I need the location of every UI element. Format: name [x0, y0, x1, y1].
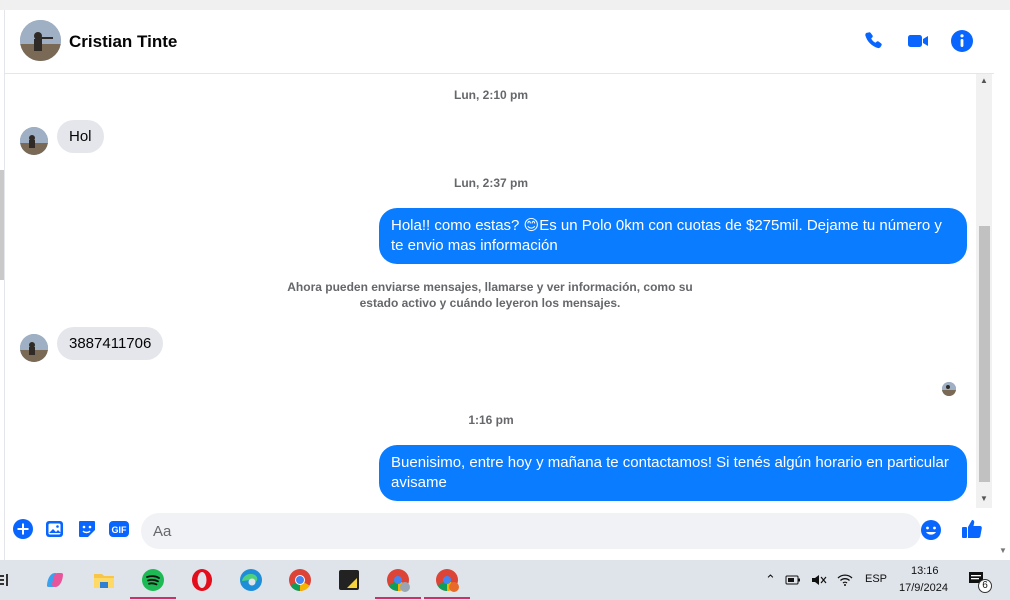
- phone-icon[interactable]: [862, 29, 886, 53]
- wifi-icon[interactable]: [836, 566, 854, 594]
- contact-avatar-small[interactable]: [20, 334, 48, 362]
- tray-chevron-up-icon[interactable]: ⌃: [765, 572, 776, 588]
- video-camera-icon[interactable]: [906, 29, 930, 53]
- outgoing-message[interactable]: Hola!! como estas? 😊Es un Polo 0km con c…: [379, 208, 967, 264]
- messenger-chat-window: Cristian Tinte Lun, 2:10 pm Hol Lun, 2:3…: [4, 10, 994, 560]
- language-indicator[interactable]: ESP: [865, 573, 887, 585]
- contact-avatar[interactable]: [20, 20, 61, 61]
- message-input[interactable]: [141, 513, 881, 549]
- volume-muted-icon[interactable]: [810, 566, 828, 594]
- system-notice: Ahora pueden enviarse mensajes, llamarse…: [287, 280, 693, 310]
- outgoing-message[interactable]: Buenisimo, entre hoy y mañana te contact…: [379, 445, 967, 501]
- message-thread[interactable]: Lun, 2:10 pm Hol Lun, 2:37 pm Hola!! com…: [5, 74, 976, 508]
- sticky-notes-icon[interactable]: [335, 566, 363, 594]
- clock-time[interactable]: 13:16: [911, 565, 939, 577]
- incoming-message[interactable]: Hol: [57, 120, 104, 153]
- chrome-profile-2-active-indicator: [424, 597, 470, 599]
- message-input-container[interactable]: [141, 513, 921, 549]
- browser-top-strip: [0, 0, 1010, 10]
- message-composer: GIF: [5, 508, 994, 556]
- contact-name[interactable]: Cristian Tinte: [69, 32, 177, 52]
- page-scrollbar[interactable]: ▼: [996, 10, 1010, 560]
- gif-icon[interactable]: GIF: [108, 518, 130, 540]
- task-view-icon[interactable]: [0, 566, 20, 594]
- timestamp: Lun, 2:10 pm: [453, 88, 528, 102]
- image-icon[interactable]: [44, 518, 66, 540]
- chrome-profile-2-icon[interactable]: [433, 566, 461, 594]
- gif-label: GIF: [112, 525, 128, 535]
- clock-date[interactable]: 17/9/2024: [899, 582, 948, 594]
- emoji-icon[interactable]: [920, 519, 942, 541]
- sticker-icon[interactable]: [76, 518, 98, 540]
- windows-taskbar: ⌃ ESP 13:16 17/9/2024 6: [0, 560, 1010, 600]
- edge-icon[interactable]: [237, 566, 265, 594]
- thread-scrollbar[interactable]: ▲ ▼: [976, 74, 992, 508]
- contact-avatar-small[interactable]: [20, 127, 48, 155]
- spotify-icon[interactable]: [139, 566, 167, 594]
- chrome-profile-active-indicator: [375, 597, 421, 599]
- file-explorer-icon[interactable]: [90, 566, 118, 594]
- like-icon[interactable]: [960, 517, 982, 539]
- chrome-profile-icon[interactable]: [384, 566, 412, 594]
- scroll-down-arrow-icon[interactable]: ▼: [980, 494, 988, 503]
- spotify-active-indicator: [130, 597, 176, 599]
- info-icon[interactable]: [950, 29, 974, 53]
- battery-icon[interactable]: [784, 566, 802, 594]
- page-scroll-down-icon[interactable]: ▼: [999, 546, 1007, 555]
- chrome-icon[interactable]: [286, 566, 314, 594]
- opera-icon[interactable]: [188, 566, 216, 594]
- copilot-icon[interactable]: [41, 566, 69, 594]
- chat-header: Cristian Tinte: [5, 10, 994, 74]
- scroll-up-arrow-icon[interactable]: ▲: [980, 76, 988, 85]
- timestamp: Lun, 2:37 pm: [453, 176, 528, 190]
- incoming-message[interactable]: 3887411706: [57, 327, 164, 360]
- timestamp: 1:16 pm: [468, 413, 514, 427]
- scrollbar-thumb[interactable]: [979, 226, 990, 482]
- notification-count-badge: 6: [978, 579, 992, 593]
- seen-indicator-avatar: [942, 382, 956, 396]
- add-icon[interactable]: [12, 518, 34, 540]
